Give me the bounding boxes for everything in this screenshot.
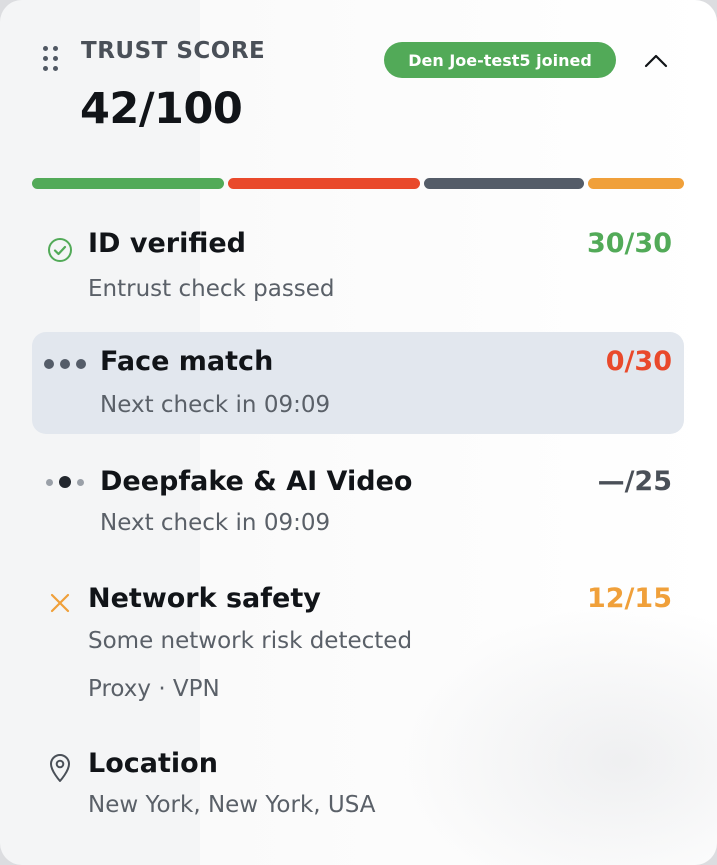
score-bar-segment-deepfake (424, 178, 584, 189)
check-value: 30/30 (586, 228, 672, 259)
check-row-id-verified[interactable]: ID verified 30/30 Entrust check passed (32, 222, 684, 312)
check-detail: Next check in 09:09 (100, 392, 331, 418)
panel-title: TRUST SCORE (81, 38, 266, 64)
score-bar-segment-network (588, 178, 684, 189)
check-circle-icon (48, 238, 72, 262)
check-row-deepfake[interactable]: Deepfake & AI Video —/25 Next check in 0… (32, 458, 684, 550)
loading-dots-icon (45, 476, 89, 490)
network-risk-types: Proxy · VPN (88, 676, 220, 702)
trust-score-panel: TRUST SCORE 42/100 Den Joe-test5 joined … (0, 0, 717, 865)
participant-joined-badge: Den Joe-test5 joined (384, 42, 616, 78)
x-icon (50, 593, 70, 613)
collapse-button[interactable] (638, 46, 674, 76)
trust-score-value: 42/100 (80, 84, 243, 134)
check-value: 0/30 (605, 346, 672, 377)
loading-dots-icon (44, 359, 88, 369)
check-detail: Next check in 09:09 (100, 510, 331, 536)
check-label: Location (88, 748, 218, 779)
check-value: 12/15 (586, 583, 672, 614)
check-label: Network safety (88, 583, 321, 614)
location-pin-icon (50, 754, 70, 782)
check-label: ID verified (88, 228, 246, 259)
drag-handle-icon[interactable] (43, 46, 59, 74)
score-bar-segment-face (228, 178, 420, 189)
check-row-network-safety[interactable]: Network safety 12/15 Some network risk d… (32, 576, 684, 716)
chevron-up-icon (644, 54, 668, 68)
score-bar-segment-id (32, 178, 224, 189)
check-label: Deepfake & AI Video (100, 466, 413, 497)
check-detail: New York, New York, USA (88, 792, 376, 818)
check-detail: Some network risk detected (88, 628, 413, 654)
check-detail: Entrust check passed (88, 276, 335, 302)
check-row-location[interactable]: Location New York, New York, USA (32, 742, 684, 832)
check-row-face-match[interactable]: Face match 0/30 Next check in 09:09 (32, 332, 684, 434)
check-value: —/25 (597, 466, 672, 497)
check-label: Face match (100, 346, 274, 377)
